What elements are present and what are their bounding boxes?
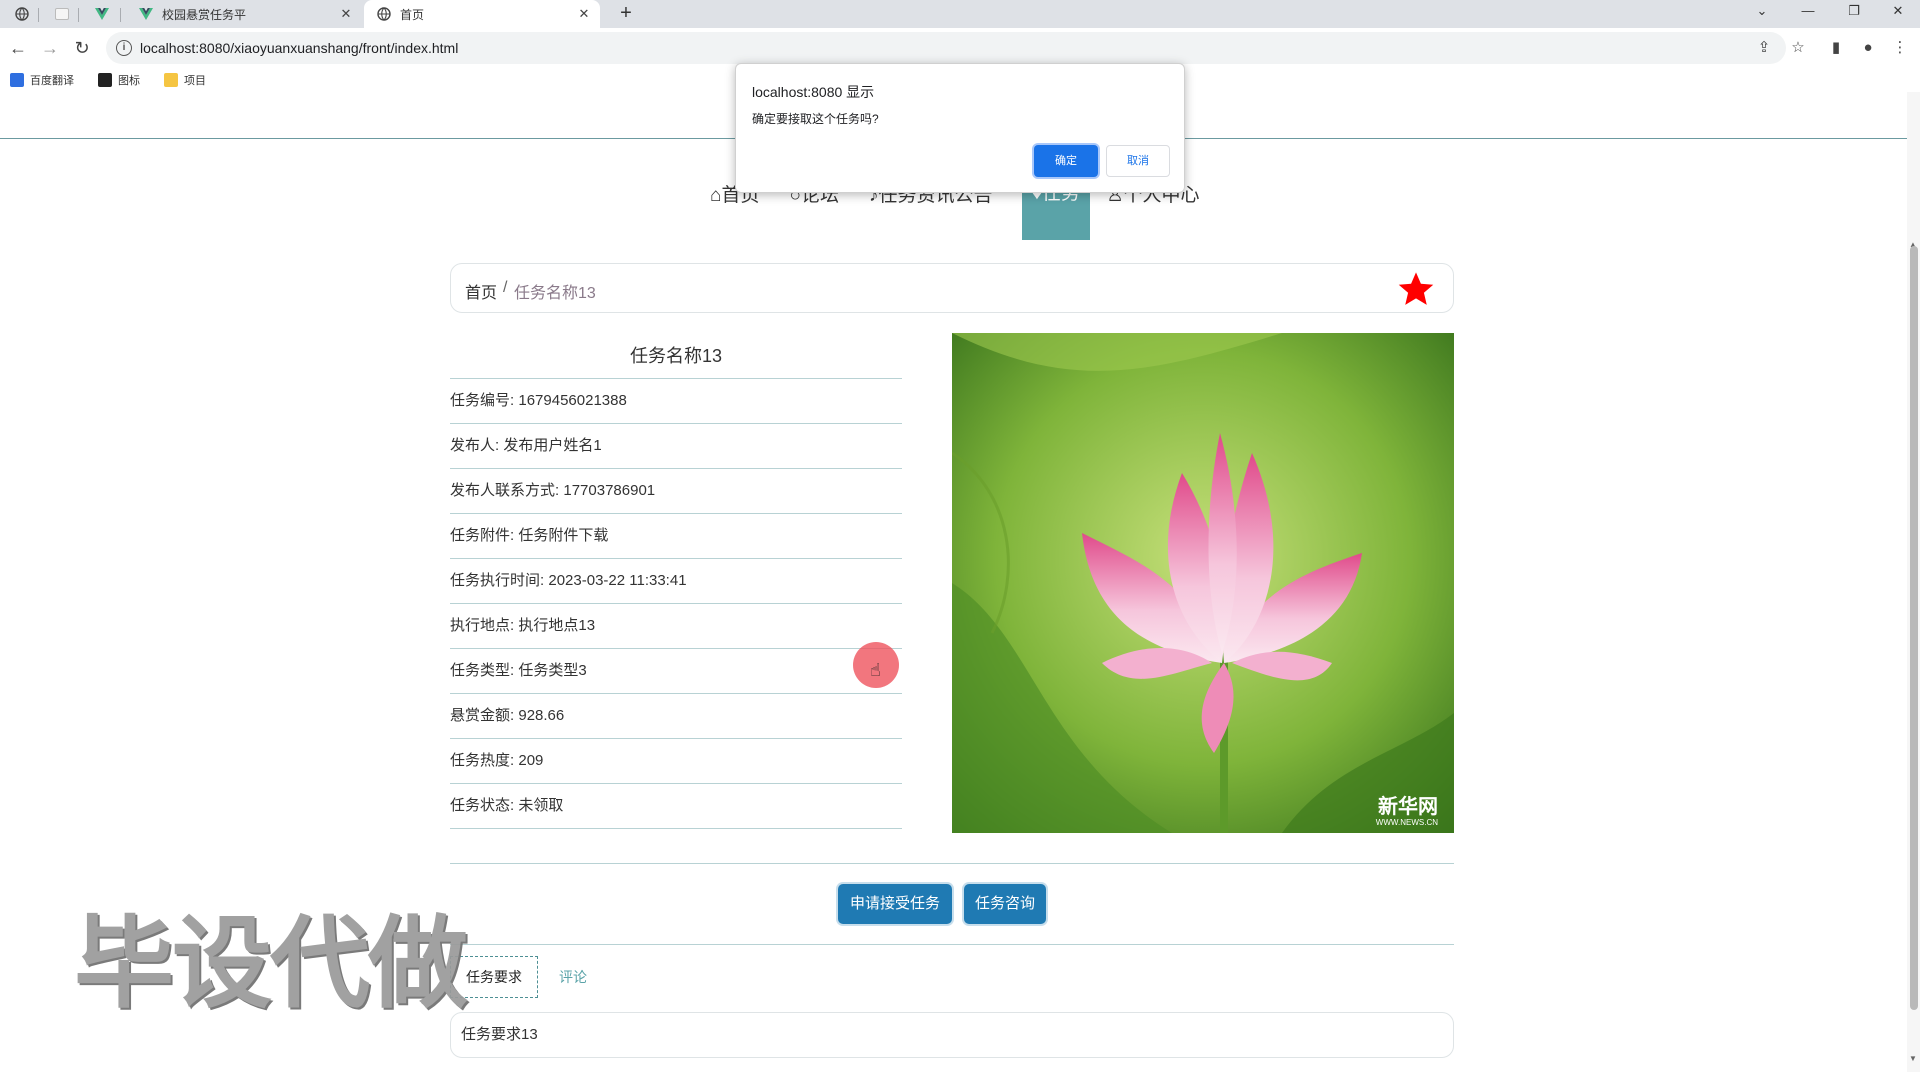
task-field-row: 任务附件: 任务附件下载 bbox=[450, 514, 902, 559]
field-label: 发布人 bbox=[450, 437, 496, 454]
bookmark-project[interactable]: 项目 bbox=[164, 71, 206, 89]
bookmark-label: 图标 bbox=[118, 75, 140, 87]
field-label: 执行地点 bbox=[450, 617, 511, 634]
restore-icon[interactable]: ❐ bbox=[1834, 0, 1874, 24]
dialog-ok-button[interactable]: 确定 bbox=[1034, 145, 1098, 177]
vue-icon bbox=[94, 6, 110, 22]
pinned-tab-1[interactable] bbox=[8, 0, 36, 28]
back-icon[interactable]: ← bbox=[6, 36, 30, 60]
browser-tab-bar: 校园悬赏任务平 ✕ 首页 ✕ + ⌄ — ❐ ✕ bbox=[0, 0, 1920, 28]
translate-icon bbox=[10, 73, 24, 87]
consult-task-button[interactable]: 任务咨询 bbox=[964, 884, 1046, 924]
hand-cursor-icon: ☝ bbox=[870, 660, 881, 680]
field-value: 1679456021388 bbox=[518, 392, 627, 409]
reload-icon[interactable]: ↻ bbox=[70, 36, 94, 60]
dialog-title: localhost:8080 显示 bbox=[752, 84, 875, 100]
field-value: 17703786901 bbox=[563, 482, 656, 499]
breadcrumb-home[interactable]: 首页 bbox=[465, 279, 497, 303]
scroll-down-icon[interactable]: ▼ bbox=[1909, 1054, 1917, 1063]
breadcrumb-separator: / bbox=[503, 279, 508, 296]
attachment-download-link[interactable]: 任务附件下载 bbox=[518, 527, 608, 544]
site-info-icon[interactable]: i bbox=[116, 40, 132, 56]
favorite-star-icon[interactable] bbox=[1397, 270, 1435, 308]
photo-watermark: 新华网 bbox=[1378, 794, 1438, 818]
field-label: 任务附件 bbox=[450, 527, 511, 544]
breadcrumb-current: 任务名称13 bbox=[514, 285, 596, 302]
side-panel-icon[interactable]: ▮ bbox=[1824, 36, 1848, 60]
scrollbar-thumb[interactable] bbox=[1910, 246, 1918, 1010]
task-field-row: 任务热度: 209 bbox=[450, 739, 902, 784]
close-icon[interactable]: ✕ bbox=[576, 6, 592, 22]
pinned-tab-2[interactable] bbox=[48, 0, 76, 28]
bookmark-star-icon[interactable]: ☆ bbox=[1786, 36, 1810, 60]
tab-search-icon[interactable]: ⌄ bbox=[1742, 0, 1782, 24]
task-info-panel: 任务名称13 任务编号: 1679456021388 发布人: 发布用户姓名1 … bbox=[450, 333, 902, 829]
globe-icon bbox=[376, 6, 392, 22]
tab-comments[interactable]: 评论 bbox=[540, 956, 606, 998]
task-image: 新华网 WWW.NEWS.CN bbox=[952, 333, 1454, 833]
field-label: 发布人联系方式 bbox=[450, 482, 556, 499]
profile-icon[interactable]: ● bbox=[1856, 36, 1880, 60]
field-value: 发布用户姓名1 bbox=[503, 437, 602, 454]
task-field-row: 任务编号: 1679456021388 bbox=[450, 379, 902, 424]
requirements-content: 任务要求13 bbox=[450, 1012, 1454, 1058]
bookmark-label: 项目 bbox=[184, 75, 206, 87]
field-label: 悬赏金额 bbox=[450, 707, 511, 724]
task-field-row: 任务状态: 未领取 bbox=[450, 784, 902, 829]
bookmark-baidu-translate[interactable]: 百度翻译 bbox=[10, 71, 74, 89]
menu-icon[interactable]: ⋮ bbox=[1888, 36, 1912, 60]
browser-toolbar: ← → ↻ i localhost:8080/xiaoyuanxuanshang… bbox=[0, 28, 1920, 68]
task-field-row: 任务执行时间: 2023-03-22 11:33:41 bbox=[450, 559, 902, 604]
window-close-icon[interactable]: ✕ bbox=[1878, 0, 1918, 24]
task-field-row: 任务类型: 任务类型3 bbox=[450, 649, 902, 694]
section-divider bbox=[450, 863, 1454, 864]
task-field-row: 悬赏金额: 928.66 bbox=[450, 694, 902, 739]
bookmark-icons[interactable]: 图标 bbox=[98, 71, 140, 89]
lotus-photo: 新华网 WWW.NEWS.CN bbox=[952, 333, 1454, 833]
tab-title: 首页 bbox=[400, 7, 425, 22]
image-icon bbox=[98, 73, 112, 87]
minimize-icon[interactable]: — bbox=[1788, 0, 1828, 24]
task-field-row: 发布人联系方式: 17703786901 bbox=[450, 469, 902, 514]
share-icon[interactable]: ⇪ bbox=[1752, 36, 1776, 60]
bookmark-label: 百度翻译 bbox=[30, 75, 74, 87]
task-title: 任务名称13 bbox=[450, 333, 902, 379]
tab-title: 校园悬赏任务平 bbox=[162, 7, 247, 22]
tab-home[interactable]: 首页 ✕ bbox=[364, 0, 600, 28]
pinned-tab-3[interactable] bbox=[88, 0, 116, 28]
field-value: 任务类型3 bbox=[518, 662, 587, 679]
task-field-row: 发布人: 发布用户姓名1 bbox=[450, 424, 902, 469]
tab-task-platform[interactable]: 校园悬赏任务平 ✕ bbox=[126, 0, 362, 28]
field-label: 任务编号 bbox=[450, 392, 511, 409]
address-bar[interactable]: i localhost:8080/xiaoyuanxuanshang/front… bbox=[106, 32, 1786, 64]
new-tab-button[interactable]: + bbox=[614, 2, 638, 26]
photo-watermark-sub: WWW.NEWS.CN bbox=[1376, 818, 1438, 827]
apply-task-button[interactable]: 申请接受任务 bbox=[838, 884, 952, 924]
field-value: 928.66 bbox=[518, 707, 565, 724]
globe-icon bbox=[14, 6, 30, 22]
field-value: 2023-03-22 11:33:41 bbox=[548, 572, 687, 589]
folder-icon bbox=[164, 73, 178, 87]
confirm-dialog: localhost:8080 显示 确定要接取这个任务吗? 确定 取消 bbox=[735, 63, 1185, 193]
field-label: 任务执行时间 bbox=[450, 572, 541, 589]
field-label: 任务类型 bbox=[450, 662, 511, 679]
forward-icon[interactable]: → bbox=[38, 36, 62, 60]
breadcrumb: 首页 / 任务名称13 bbox=[450, 263, 1454, 313]
field-label: 任务状态 bbox=[450, 797, 511, 814]
blank-page-icon bbox=[54, 6, 70, 22]
field-value: 209 bbox=[518, 752, 544, 769]
field-value: 执行地点13 bbox=[518, 617, 596, 634]
overlay-watermark-text: 毕设代做 bbox=[74, 905, 468, 1022]
close-icon[interactable]: ✕ bbox=[338, 6, 354, 22]
section-divider bbox=[450, 944, 1454, 945]
field-label: 任务热度 bbox=[450, 752, 511, 769]
field-value: 未领取 bbox=[518, 797, 564, 814]
vue-icon bbox=[138, 6, 154, 22]
task-field-row: 执行地点: 执行地点13 bbox=[450, 604, 902, 649]
dialog-message: 确定要接取这个任务吗? bbox=[752, 112, 879, 126]
page-scrollbar[interactable]: ▲ ▼ bbox=[1907, 92, 1920, 1072]
url-text[interactable]: localhost:8080/xiaoyuanxuanshang/front/i… bbox=[140, 40, 458, 56]
dialog-cancel-button[interactable]: 取消 bbox=[1106, 145, 1170, 177]
